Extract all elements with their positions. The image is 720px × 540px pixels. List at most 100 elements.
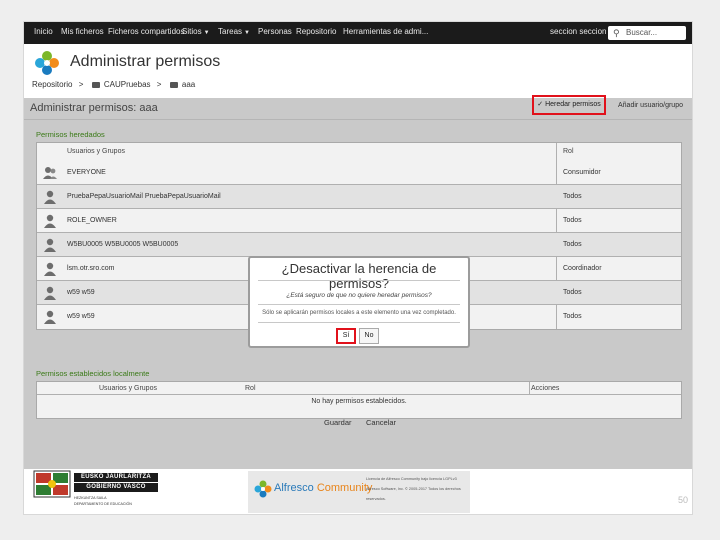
column-header-role: Rol [563, 148, 574, 155]
search-placeholder: Buscar... [626, 28, 658, 37]
cancel-button[interactable]: Cancelar [366, 418, 396, 427]
gobierno-vasco-logo: EUSKO JAURLARITZA GOBIERNO VASCO HEZKUNT… [32, 469, 160, 513]
folder-icon [169, 81, 178, 88]
alfresco-logo-icon [35, 51, 59, 75]
table-row: ROLE_OWNER Todos [37, 209, 681, 233]
role-cell: Todos [563, 241, 582, 248]
gv-title-spanish: GOBIERNO VASCO [74, 483, 158, 492]
nav-inicio[interactable]: Inicio [34, 27, 53, 36]
alfresco-flower-icon [254, 480, 272, 498]
header-divider [37, 394, 681, 395]
no-button[interactable]: No [359, 328, 379, 344]
role-cell: Todos [563, 289, 582, 296]
group-icon [43, 167, 57, 179]
column-header-users: Usuarios y Grupos [99, 385, 157, 392]
nav-sitios-label: Sitios [182, 27, 202, 36]
chevron-down-icon: ▼ [203, 30, 210, 36]
column-header-users: Usuarios y Grupos [67, 148, 125, 155]
nav-tareas[interactable]: Tareas ▼ [218, 27, 250, 36]
footer: EUSKO JAURLARITZA GOBIERNO VASCO HEZKUNT… [24, 469, 692, 514]
dialog-question: ¿Está seguro de que no quiere heredar pe… [286, 292, 432, 299]
save-button[interactable]: Guardar [324, 418, 352, 427]
yes-button[interactable]: Sí [336, 328, 356, 344]
table-row: W5BU0005 W5BU0005 W5BU0005 Todos [37, 233, 681, 257]
user-icon [44, 214, 56, 228]
chevron-down-icon: ▼ [244, 30, 250, 36]
user-cell: PruebaPepaUsuarioMail PruebaPepaUsuarioM… [67, 193, 221, 200]
nav-mis-ficheros[interactable]: Mis ficheros [61, 27, 104, 36]
breadcrumb-caupruebas[interactable]: CAUPruebas [104, 80, 151, 89]
confirm-dialog: ¿Desactivar la herencia de permisos? ¿Es… [248, 256, 470, 348]
divider [258, 322, 460, 323]
user-icon [44, 262, 56, 276]
column-header-role: Rol [245, 385, 256, 392]
breadcrumb-aaa[interactable]: aaa [182, 80, 195, 89]
nav-sitios[interactable]: Sitios ▼ [182, 27, 210, 36]
license-text: Licencia de Alfresco Community bajo lice… [366, 477, 457, 481]
user-menu[interactable]: seccion seccion▼ [550, 27, 614, 36]
user-icon [44, 238, 56, 252]
dialog-title: ¿Desactivar la herencia de permisos? [281, 261, 437, 291]
gv-title-basque: EUSKO JAURLARITZA [74, 473, 158, 482]
role-cell: Todos [563, 193, 582, 200]
gv-dept-basque: HEZKUNTZA SAILA [74, 496, 107, 500]
local-permissions-label: Permisos establecidos localmente [36, 369, 150, 378]
role-cell: Todos [563, 313, 582, 320]
table-row: PruebaPepaUsuarioMail PruebaPepaUsuarioM… [37, 185, 681, 209]
divider [258, 280, 460, 281]
user-cell: w59 w59 [67, 313, 95, 320]
user-cell: W5BU0005 W5BU0005 W5BU0005 [67, 241, 179, 248]
column-header-actions: Acciones [531, 385, 560, 392]
breadcrumb-repositorio[interactable]: Repositorio [32, 80, 72, 89]
role-cell: Consumidor [563, 169, 601, 176]
user-icon [44, 286, 56, 300]
rights-text: reservados. [366, 497, 386, 501]
page-content-overlay: Administrar permisos: aaa ✓ Heredar perm… [24, 95, 692, 514]
nav-repositorio[interactable]: Repositorio [296, 27, 336, 36]
coat-of-arms-icon [33, 470, 71, 498]
nav-personas[interactable]: Personas [258, 27, 292, 36]
role-cell: Coordinador [563, 265, 602, 272]
user-cell: lsm.otr.sro.com [67, 265, 115, 272]
nav-herramientas-admin[interactable]: Herramientas de admi... [343, 27, 428, 36]
community-word: Community [316, 482, 373, 494]
user-cell: EVERYONE [67, 169, 106, 176]
alfresco-footer-box: Alfresco Community Licencia de Alfresco … [248, 471, 470, 513]
user-cell: ROLE_OWNER [67, 217, 117, 224]
search-icon: ⚲ [613, 28, 620, 38]
page-title: Administrar permisos: aaa [30, 102, 158, 114]
empty-message: No hay permisos establecidos. [311, 398, 407, 405]
page-header: Administrar permisos Repositorio > CAUPr… [24, 44, 692, 98]
page-number: 50 [677, 495, 688, 505]
user-icon [44, 310, 56, 324]
column-divider [529, 382, 530, 394]
divider [258, 304, 460, 305]
top-navbar: Inicio Mis ficheros Ficheros compartidos… [24, 22, 692, 44]
breadcrumb-separator: > [156, 80, 162, 89]
copyright-text: Alfresco Software, Inc. © 2005-2017 Todo… [366, 487, 461, 491]
user-name: seccion seccion [550, 27, 607, 36]
inherit-permissions-label: Heredar permisos [545, 101, 601, 108]
user-icon [44, 190, 56, 204]
nav-ficheros-compartidos[interactable]: Ficheros compartidos [108, 27, 184, 36]
inherit-permissions-button[interactable]: ✓ Heredar permisos [532, 95, 606, 115]
add-user-group-button[interactable]: Añadir usuario/grupo [618, 102, 683, 109]
nav-tareas-label: Tareas [218, 27, 243, 36]
folder-icon [91, 81, 100, 88]
check-icon: ✓ [537, 101, 546, 108]
dialog-note: Sólo se aplicarán permisos locales a est… [262, 310, 456, 316]
inherited-permissions-label: Permisos heredados [36, 130, 105, 139]
breadcrumb: Repositorio > CAUPruebas > aaa [32, 80, 195, 89]
search-input[interactable]: ⚲ Buscar... [608, 26, 686, 40]
divider [24, 119, 692, 120]
user-cell: w59 w59 [67, 289, 95, 296]
role-cell: Todos [563, 217, 582, 224]
app-title: Administrar permisos [70, 53, 221, 70]
alfresco-word: Alfresco [274, 482, 314, 494]
breadcrumb-separator: > [78, 80, 84, 89]
table-row: EVERYONE Consumidor [37, 161, 681, 185]
gv-dept-spanish: DEPARTAMENTO DE EDUCACIÓN [74, 502, 132, 506]
app-window: Inicio Mis ficheros Ficheros compartidos… [24, 22, 692, 514]
local-permissions-table: Usuarios y Grupos Rol Acciones No hay pe… [36, 381, 682, 419]
alfresco-community-logo: Alfresco Community [274, 482, 372, 494]
